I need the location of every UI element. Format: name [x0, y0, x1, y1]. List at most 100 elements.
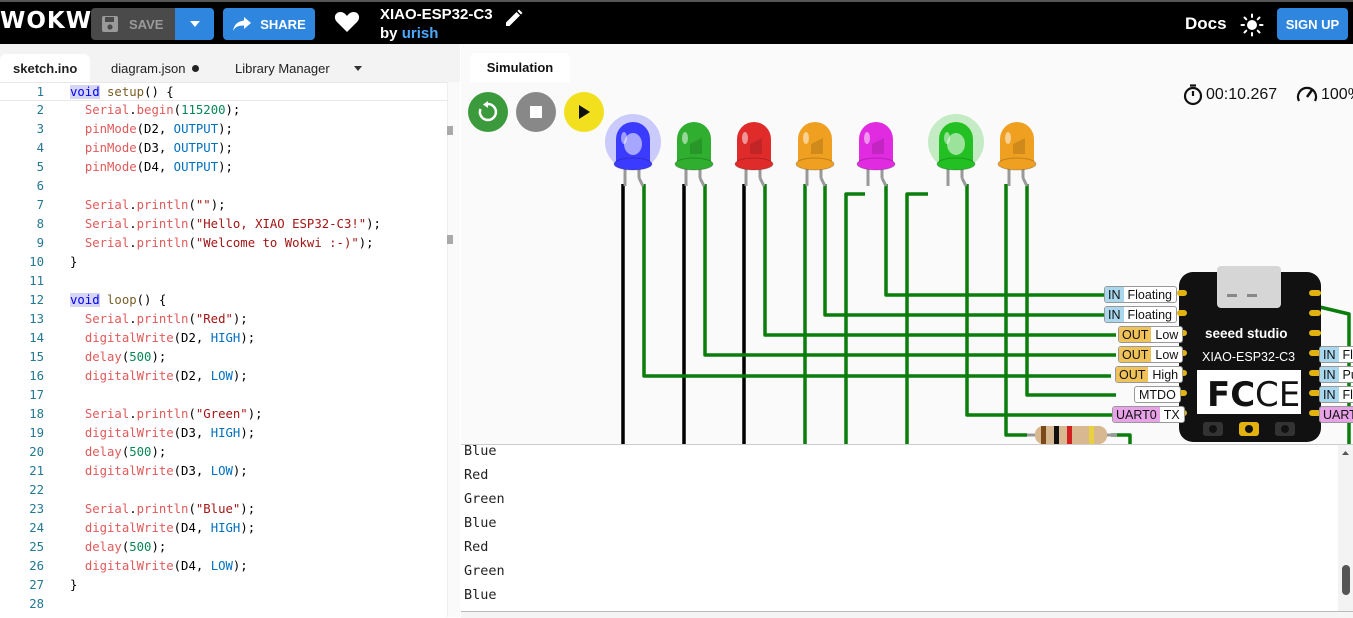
code-line[interactable]: 19 digitalWrite(D3, HIGH); — [0, 424, 447, 443]
code-line[interactable]: 24 digitalWrite(D4, HIGH); — [0, 519, 447, 538]
line-number: 7 — [0, 196, 44, 215]
wokwi-logo[interactable]: WOKWi — [0, 8, 101, 34]
code-line[interactable]: 7 Serial.println(""); — [0, 196, 447, 215]
speed-value: 100% — [1321, 86, 1353, 104]
code-line[interactable]: 5 pinMode(D4, OUTPUT); — [0, 158, 447, 177]
simulation-timer: 00:10.267 — [1183, 84, 1277, 106]
project-byline: by urish — [380, 25, 438, 42]
serial-line: Blue — [464, 511, 497, 535]
code-line[interactable]: 2 Serial.begin(115200); — [0, 101, 447, 120]
save-options-dropdown[interactable] — [175, 8, 214, 40]
pin-state-label: OUTLow — [1118, 326, 1183, 343]
code-text: digitalWrite(D4, HIGH); — [70, 519, 255, 538]
line-number: 25 — [0, 538, 44, 557]
sign-up-button[interactable]: SIGN UP — [1277, 8, 1348, 40]
scroll-up-arrow-icon — [1338, 447, 1353, 459]
led[interactable] — [846, 114, 906, 194]
resistor[interactable] — [1027, 424, 1117, 444]
pin-value: Pu — [1339, 367, 1353, 382]
like-heart-icon[interactable] — [334, 10, 360, 39]
code-line[interactable]: 9 Serial.println("Welcome to Wokwi :-)")… — [0, 234, 447, 253]
serial-scroll-thumb[interactable] — [1342, 565, 1350, 595]
code-line[interactable]: 15 delay(500); — [0, 348, 447, 367]
pin-value: Fl — [1339, 347, 1353, 362]
code-text: Serial.println(""); — [70, 196, 226, 215]
code-line[interactable]: 8 Serial.println("Hello, XIAO ESP32-C3!"… — [0, 215, 447, 234]
code-editor[interactable]: 1void setup() {2 Serial.begin(115200);3 … — [0, 82, 447, 617]
share-button[interactable]: SHARE — [223, 8, 315, 40]
save-button[interactable]: SAVE — [91, 8, 175, 40]
tab-label: sketch.ino — [13, 61, 77, 76]
pin-direction: UART0 — [1113, 407, 1160, 422]
code-text: digitalWrite(D3, LOW); — [70, 462, 248, 481]
scrollbar-marker — [447, 126, 453, 135]
stop-simulation-button[interactable] — [516, 92, 556, 132]
code-line[interactable]: 25 delay(500); — [0, 538, 447, 557]
code-line[interactable]: 6 — [0, 177, 447, 196]
led[interactable] — [987, 114, 1047, 194]
chevron-down-icon — [354, 66, 362, 71]
pin-direction: OUT — [1119, 347, 1151, 362]
project-title: XIAO-ESP32-C3 — [380, 6, 493, 23]
pin-value: TX — [1160, 407, 1184, 422]
code-line[interactable]: 10} — [0, 253, 447, 272]
pin-direction: OUT — [1119, 327, 1151, 342]
code-text: pinMode(D2, OUTPUT); — [70, 120, 233, 139]
pin-state-label: INFl — [1319, 386, 1353, 403]
serial-line: Blue — [464, 439, 497, 463]
code-line[interactable]: 1void setup() { — [0, 82, 447, 101]
tab-library-manager[interactable]: Library Manager — [235, 54, 330, 82]
code-line[interactable]: 21 digitalWrite(D3, LOW); — [0, 462, 447, 481]
serial-line: Blue — [464, 583, 497, 607]
line-number: 21 — [0, 462, 44, 481]
line-number: 13 — [0, 310, 44, 329]
pin-value: High — [1148, 367, 1182, 382]
code-text: delay(500); — [70, 538, 166, 557]
code-line[interactable]: 26 digitalWrite(D4, LOW); — [0, 557, 447, 576]
code-line[interactable]: 3 pinMode(D2, OUTPUT); — [0, 120, 447, 139]
unsaved-dot-icon — [192, 65, 199, 72]
code-line[interactable]: 13 Serial.println("Red"); — [0, 310, 447, 329]
editor-scrollbar[interactable] — [447, 82, 460, 617]
simulation-speed: 100% — [1296, 84, 1353, 106]
stop-icon — [529, 105, 543, 119]
serial-monitor[interactable]: BlueRedGreenBlueRedGreenBlue — [461, 444, 1353, 617]
code-line[interactable]: 20 delay(500); — [0, 443, 447, 462]
docs-link[interactable]: Docs — [1185, 14, 1227, 34]
code-line[interactable]: 23 Serial.println("Blue"); — [0, 500, 447, 519]
code-text: digitalWrite(D2, LOW); — [70, 367, 248, 386]
code-line[interactable]: 12void loop() { — [0, 291, 447, 310]
tab-diagram-json[interactable]: diagram.json — [111, 54, 199, 82]
theme-toggle-sun-icon[interactable] — [1240, 13, 1264, 42]
tabs-overflow-menu[interactable] — [354, 54, 362, 82]
play-simulation-button[interactable] — [564, 92, 604, 132]
code-line[interactable]: 14 digitalWrite(D2, HIGH); — [0, 329, 447, 348]
code-line[interactable]: 28 — [0, 595, 447, 614]
code-line[interactable]: 22 — [0, 481, 447, 500]
edit-pencil-icon[interactable] — [503, 9, 523, 34]
code-text: Serial.println("Hello, XIAO ESP32-C3!"); — [70, 215, 381, 234]
code-line[interactable]: 4 pinMode(D3, OUTPUT); — [0, 139, 447, 158]
led[interactable] — [603, 114, 663, 194]
code-text: digitalWrite(D3, HIGH); — [70, 424, 255, 443]
code-line[interactable]: 11 — [0, 272, 447, 291]
led[interactable] — [926, 114, 986, 194]
ce-mark: CE — [1255, 375, 1300, 415]
led[interactable] — [785, 114, 845, 194]
restart-simulation-button[interactable] — [468, 92, 508, 132]
author-link[interactable]: urish — [402, 25, 439, 42]
code-line[interactable]: 27} — [0, 576, 447, 595]
line-number: 19 — [0, 424, 44, 443]
pin-state-label: INPu — [1319, 366, 1353, 383]
line-number: 26 — [0, 557, 44, 576]
code-line[interactable]: 17 — [0, 386, 447, 405]
pin-value: Fl — [1339, 387, 1353, 402]
led[interactable] — [664, 114, 724, 194]
code-text: Serial.println("Red"); — [70, 310, 248, 329]
line-number: 23 — [0, 500, 44, 519]
code-line[interactable]: 18 Serial.println("Green"); — [0, 405, 447, 424]
code-line[interactable]: 16 digitalWrite(D2, LOW); — [0, 367, 447, 386]
tab-sketch-ino[interactable]: sketch.ino — [0, 54, 90, 82]
play-icon — [577, 104, 591, 120]
led[interactable] — [724, 114, 784, 194]
